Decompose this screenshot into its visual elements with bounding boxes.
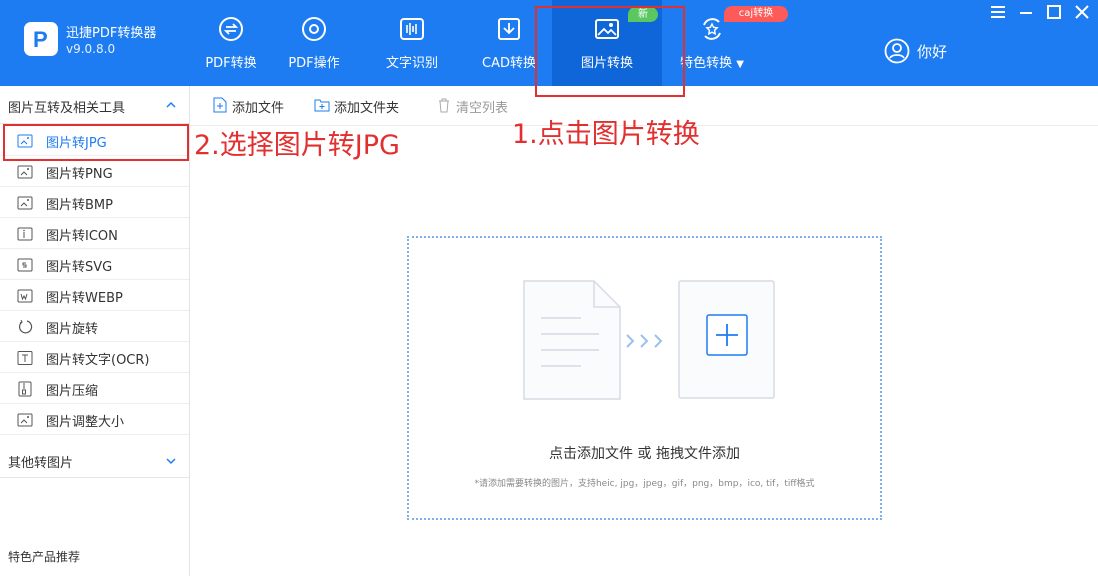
nav-label: 文字识别 [385, 56, 438, 71]
sidebar-item-label: 图片转WEBP [46, 291, 123, 306]
sidebar-group-title: 其他转图片 [8, 456, 74, 471]
sidebar-item-label: 图片转文字(OCR) [46, 353, 150, 368]
add-folder-icon [314, 99, 330, 112]
sidebar-item-bmp[interactable]: 图片转BMP [0, 187, 189, 218]
sidebar-item-svg[interactable]: 图片转SVG [0, 249, 189, 280]
nav-cad[interactable]: CAD转换 [476, 0, 542, 86]
sidebar-item-label: 图片转PNG [46, 167, 113, 182]
sidebar-item-label: 图片转ICON [46, 229, 118, 244]
close-icon[interactable] [1072, 2, 1092, 22]
sidebar-item-label: 图片压缩 [46, 384, 99, 399]
pdf-operation-icon [302, 17, 326, 41]
drop-zone-hint: *请添加需要转换的图片，支持heic, jpg，jpeg，gif，png，bmp… [474, 479, 815, 489]
resize-icon [17, 413, 33, 427]
drop-zone-title: 点击添加文件 或 拖拽文件添加 [549, 446, 740, 462]
nav-label-text: 特色转换 [680, 56, 733, 71]
caj-badge[interactable]: caj转换 [724, 6, 788, 22]
app-logo: P [24, 22, 58, 56]
document-icon [523, 280, 621, 400]
add-file-label: 添加文件 [232, 101, 285, 116]
file-drop-zone[interactable]: 点击添加文件 或 拖拽文件添加 *请添加需要转换的图片，支持heic, jpg，… [407, 236, 882, 520]
add-box-icon [678, 280, 775, 399]
annotation-step2: 2.选择图片转JPG [194, 130, 400, 161]
cad-icon [498, 18, 520, 40]
webp-icon [17, 289, 33, 303]
sidebar-item-label: 图片转BMP [46, 198, 113, 213]
png-icon [17, 165, 33, 179]
featured-products-link[interactable]: 特色产品推荐 [8, 548, 80, 565]
sidebar-item-label: 图片转SVG [46, 260, 113, 275]
annotation-box-step1 [535, 6, 685, 97]
icon-file-icon [17, 227, 33, 241]
add-folder-button[interactable]: 添加文件夹 [314, 96, 414, 116]
sidebar-item-compress[interactable]: 图片压缩 [0, 373, 189, 404]
clear-list-button[interactable]: 清空列表 [436, 96, 516, 116]
menu-icon[interactable] [988, 2, 1008, 22]
sidebar-group-image-tools[interactable]: 图片互转及相关工具 [0, 86, 189, 124]
add-file-button[interactable]: 添加文件 [212, 96, 292, 116]
sidebar-item-icon[interactable]: 图片转ICON [0, 218, 189, 249]
sidebar-item-rotate[interactable]: 图片旋转 [0, 311, 189, 342]
logo-letter: P [33, 27, 48, 52]
special-icon [703, 18, 721, 40]
add-file-icon [213, 97, 227, 113]
sidebar-item-label: 图片旋转 [46, 322, 99, 337]
bmp-icon [17, 196, 33, 210]
nav-pdf-operation[interactable]: PDF操作 [280, 0, 348, 86]
app-window: P 迅捷PDF转换器 v9.0.8.0 PDF转换 PDF操作 文字识别 CAD… [0, 0, 1098, 576]
sidebar-item-label: 图片调整大小 [46, 415, 125, 430]
ocr-icon [400, 18, 424, 40]
minimize-icon[interactable] [1016, 2, 1036, 22]
app-name: 迅捷PDF转换器 [66, 26, 157, 41]
chevrons-right-icon [626, 334, 663, 348]
drop-illustration [523, 280, 775, 400]
nav-label: CAD转换 [482, 56, 536, 71]
nav-ocr[interactable]: 文字识别 [378, 0, 446, 86]
pdf-convert-icon [219, 17, 243, 41]
user-icon [884, 38, 910, 64]
app-version: v9.0.8.0 [66, 42, 116, 56]
rotate-icon [18, 319, 33, 334]
annotation-box-step2 [3, 124, 189, 161]
sidebar-item-webp[interactable]: 图片转WEBP [0, 280, 189, 311]
add-folder-label: 添加文件夹 [334, 101, 400, 116]
chevron-down-icon: ▼ [736, 59, 744, 70]
sidebar-item-ocr[interactable]: 图片转文字(OCR) [0, 342, 189, 373]
compress-icon [18, 381, 32, 397]
nav-label: PDF转换 [205, 56, 257, 71]
svg-icon [17, 258, 33, 272]
chevron-up-icon [166, 101, 176, 108]
user-greeting: 你好 [917, 43, 948, 61]
sidebar-group-other[interactable]: 其他转图片 [0, 443, 189, 478]
nav-label: PDF操作 [288, 56, 340, 71]
trash-icon [439, 98, 449, 113]
chevron-down-icon [166, 458, 176, 465]
sidebar-item-resize[interactable]: 图片调整大小 [0, 404, 189, 435]
maximize-icon[interactable] [1044, 2, 1064, 22]
sidebar-group-title: 图片互转及相关工具 [8, 101, 126, 116]
nav-pdf-convert[interactable]: PDF转换 [196, 0, 266, 86]
text-ocr-icon [17, 351, 33, 365]
annotation-step1: 1.点击图片转换 [512, 119, 700, 150]
clear-list-label: 清空列表 [456, 101, 509, 116]
